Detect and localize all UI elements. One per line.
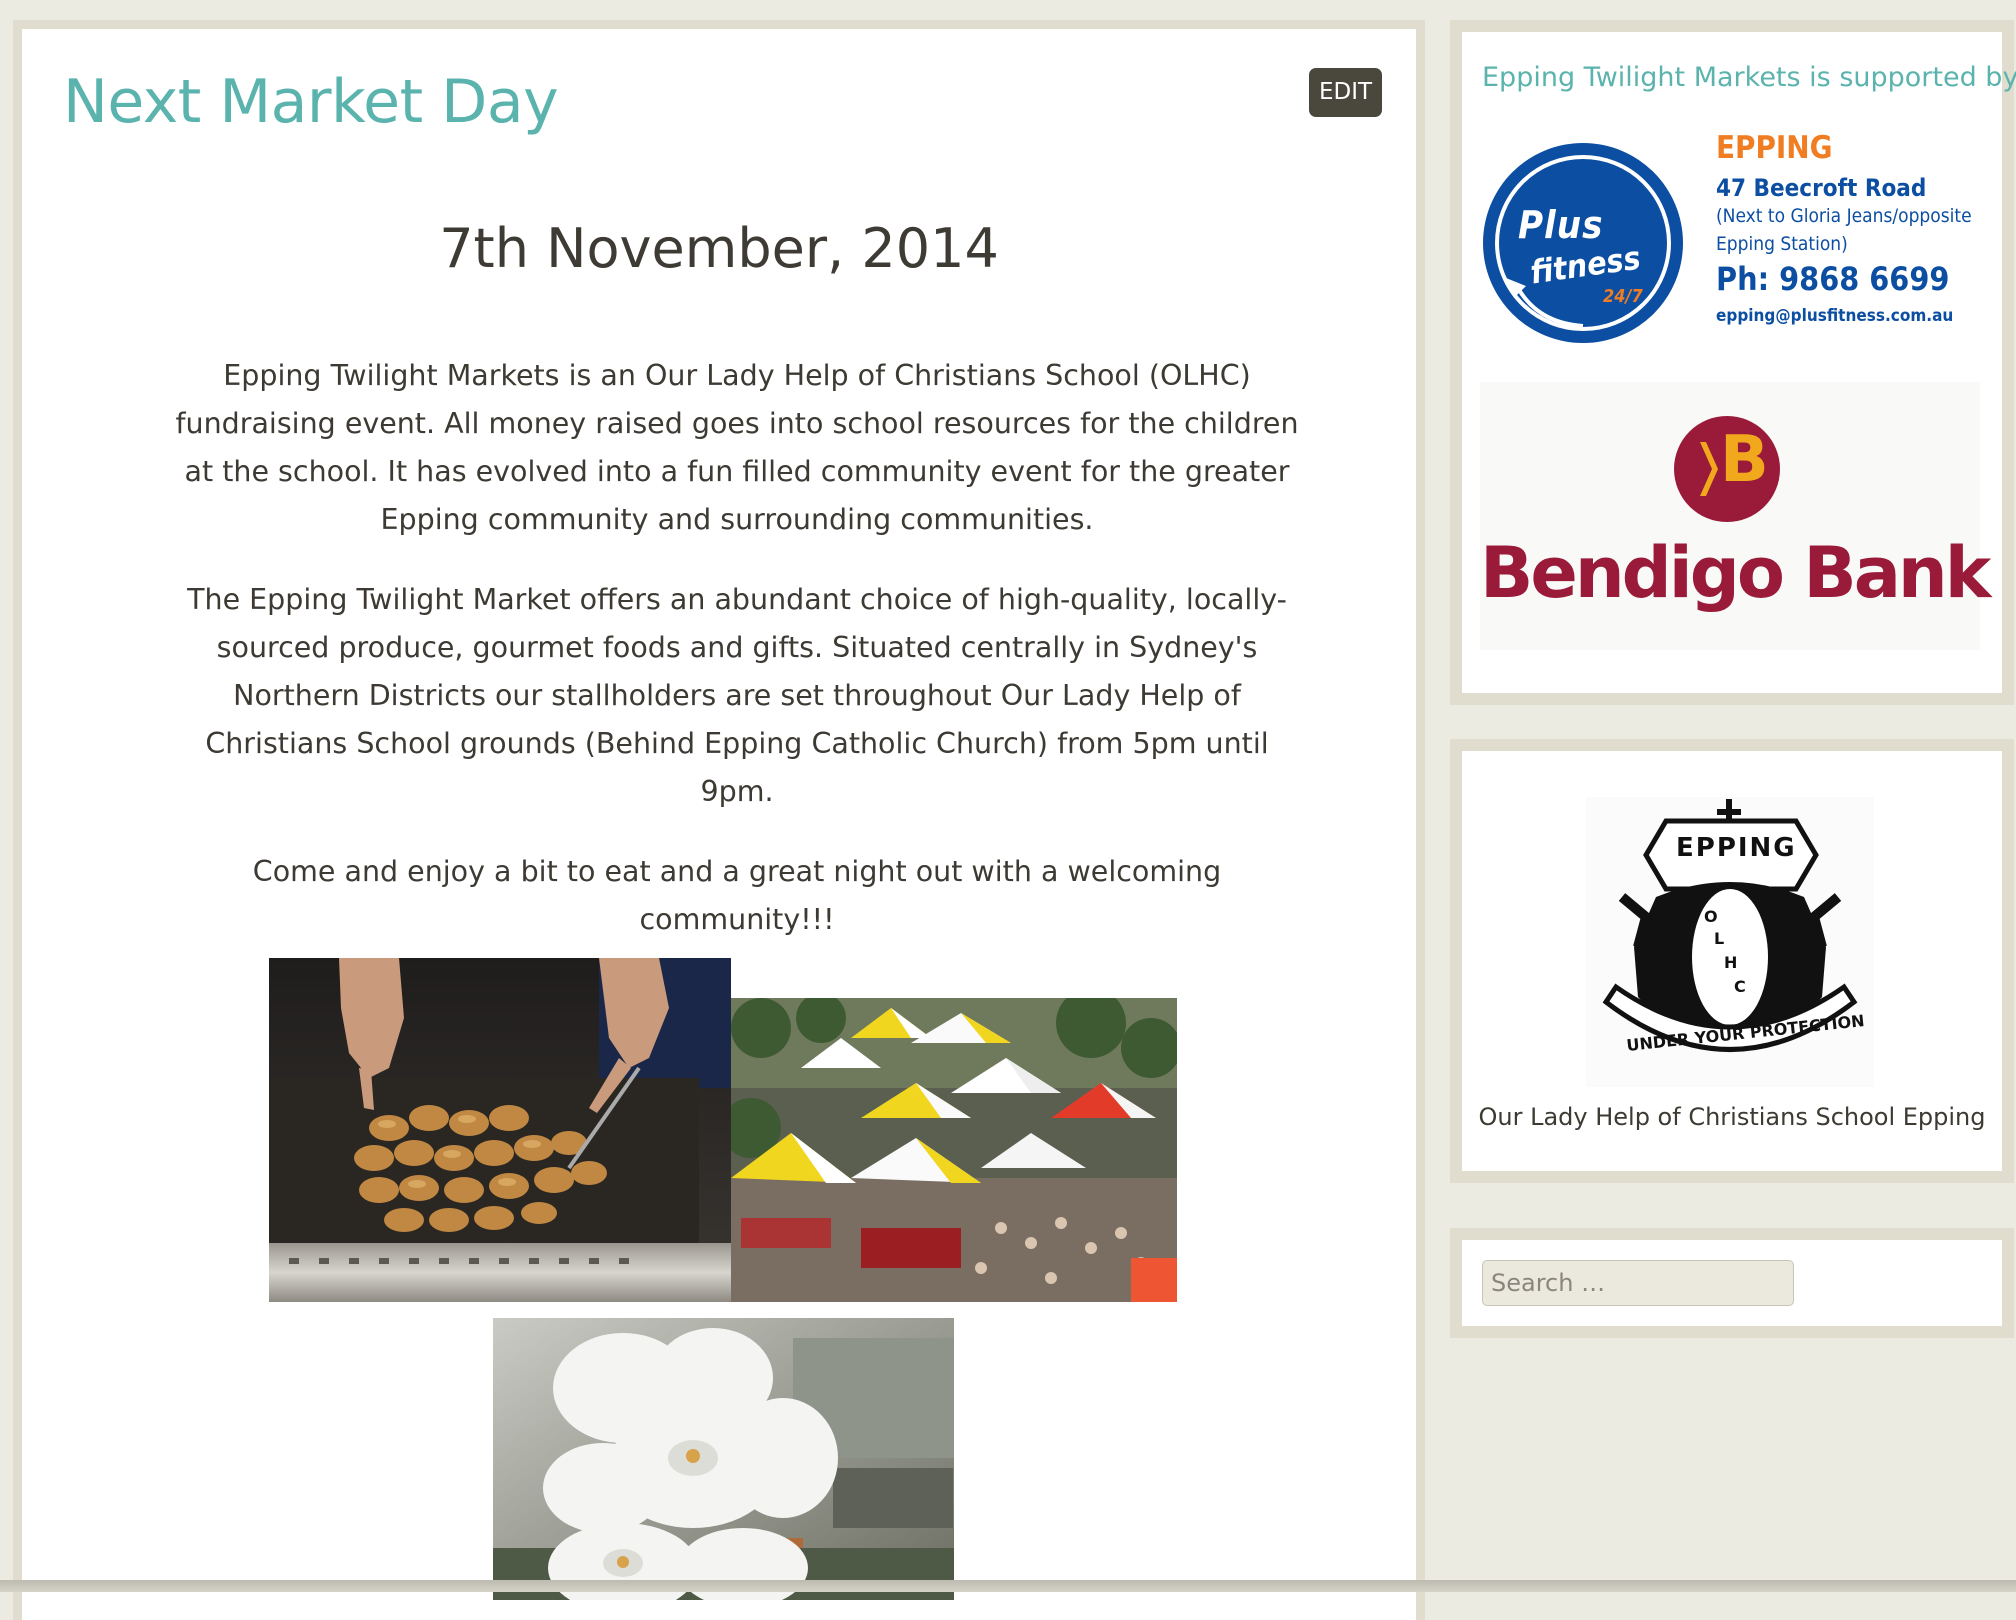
- plus-note-2: Epping Station): [1716, 233, 1848, 255]
- window-scrollbar[interactable]: [0, 1580, 2016, 1592]
- search-input[interactable]: [1482, 1260, 1794, 1306]
- invite-paragraph: Come and enjoy a bit to eat and a great …: [252, 855, 1222, 936]
- plus-logo-word: Plus: [1518, 203, 1604, 247]
- school-caption: Our Lady Help of Christians School Eppin…: [1478, 1103, 1986, 1131]
- plus-note-1: (Next to Gloria Jeans/opposite: [1716, 205, 1972, 227]
- crest-letter-l: L: [1714, 929, 1725, 948]
- article-text: Epping Twilight Markets is an Our Lady H…: [172, 352, 1302, 976]
- bendigo-bank-name: Bendigo Bank: [1480, 532, 1991, 614]
- plus-fitness-ad[interactable]: Plus fitness 24/7 EPPING 47 Beecroft Roa…: [1478, 128, 1998, 348]
- food-grill-photo: [269, 958, 731, 1302]
- edit-button[interactable]: EDIT: [1309, 68, 1382, 117]
- main-article: Next Market Day EDIT 7th November, 2014 …: [13, 20, 1425, 1620]
- sponsors-widget-body: Epping Twilight Markets is supported by …: [1462, 32, 2016, 693]
- crest-letter-o: O: [1704, 907, 1718, 926]
- bendigo-logo-letter: B: [1720, 423, 1769, 497]
- search-widget: [1450, 1228, 2014, 1338]
- page-title: Next Market Day: [63, 67, 559, 137]
- intro-paragraph: Epping Twilight Markets is an Our Lady H…: [175, 359, 1299, 536]
- market-date: 7th November, 2014: [439, 217, 999, 280]
- plus-phone: Ph: 9868 6699: [1716, 260, 1950, 298]
- offer-paragraph: The Epping Twilight Market offers an abu…: [187, 583, 1287, 808]
- bendigo-bank-ad[interactable]: B Bendigo Bank: [1480, 382, 1991, 650]
- plus-location: EPPING: [1716, 130, 1833, 166]
- sponsors-widget: Epping Twilight Markets is supported by …: [1450, 20, 2016, 705]
- plus-logo-hours: 24/7: [1603, 286, 1643, 307]
- market-stalls-photo: [731, 998, 1177, 1302]
- plus-address: 47 Beecroft Road: [1716, 174, 1927, 202]
- search-widget-body: [1462, 1240, 2002, 1326]
- school-crest[interactable]: EPPING O L H C UNDER YOUR PROTECTION: [1586, 797, 1874, 1087]
- orchid-photo: [493, 1318, 954, 1600]
- article-body: Next Market Day EDIT 7th November, 2014 …: [22, 29, 1416, 1620]
- plus-email: epping@plusfitness.com.au: [1716, 306, 1954, 326]
- sponsors-heading: Epping Twilight Markets is supported by: [1482, 62, 2016, 93]
- school-widget: EPPING O L H C UNDER YOUR PROTECTION Our…: [1450, 739, 2014, 1183]
- crest-letter-h: H: [1724, 953, 1738, 972]
- crest-letter-c: C: [1734, 977, 1746, 996]
- school-widget-body: EPPING O L H C UNDER YOUR PROTECTION Our…: [1462, 751, 2002, 1171]
- crest-epping-text: EPPING: [1676, 833, 1797, 863]
